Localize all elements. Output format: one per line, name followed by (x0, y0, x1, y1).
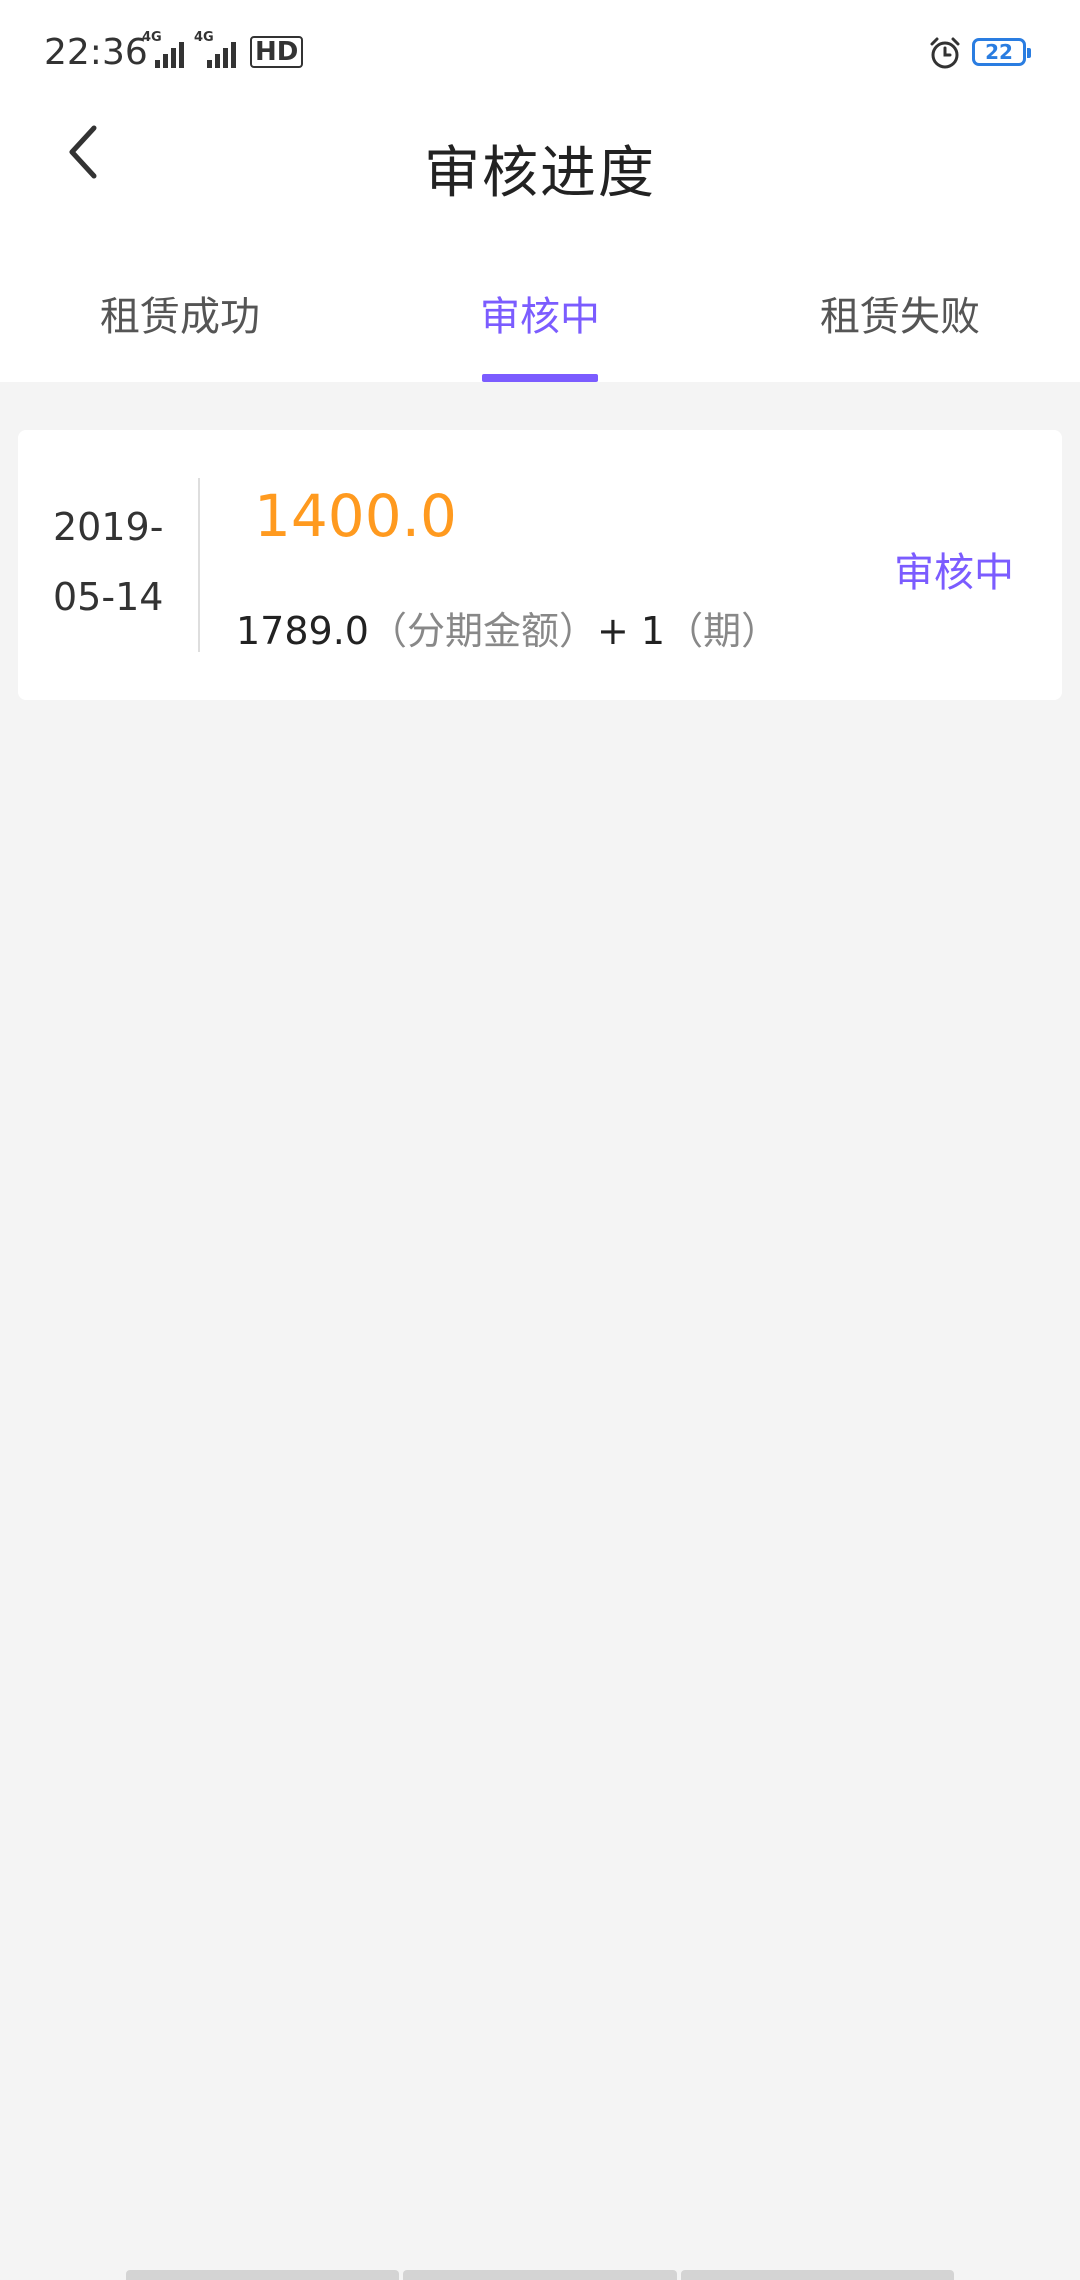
page-title: 审核进度 (424, 141, 656, 206)
tab-label: 租赁成功 (100, 294, 260, 340)
record-status-badge: 审核中 (894, 550, 1014, 596)
installment-periods-label: （期） (665, 609, 780, 653)
card-divider (198, 478, 200, 652)
record-card[interactable]: 2019- 05-14 1400.0 1789.0（分期金额）+ 1（期） 审核… (18, 430, 1062, 700)
sim1-signal-bars (155, 42, 184, 68)
tab-bar: 租赁成功 审核中 租赁失败 (0, 280, 1080, 382)
installment-amount: 1789.0 (236, 609, 369, 653)
bottom-gesture-bar[interactable] (126, 2270, 954, 2280)
gesture-segment-center[interactable] (403, 2270, 677, 2280)
signal-sim2-icon: 4G (194, 30, 236, 68)
plus-sign: + (596, 609, 629, 653)
record-date-line1: 2019- (53, 505, 164, 549)
installment-amount-label: （分期金额） (368, 609, 597, 653)
tab-lease-success[interactable]: 租赁成功 (70, 280, 290, 382)
record-date: 2019- 05-14 (53, 492, 183, 632)
hd-icon: HD (250, 36, 304, 68)
sim2-signal-bars (207, 42, 236, 68)
tab-active-indicator (482, 374, 598, 382)
battery-icon: 22 (972, 38, 1031, 66)
status-time: 22:36 (44, 32, 148, 73)
tab-label: 审核中 (480, 294, 600, 340)
installment-periods: 1 (640, 609, 666, 653)
record-amount: 1400.0 (254, 482, 457, 550)
status-bar: 22:36 4G 4G HD 22 (0, 0, 1080, 110)
tab-lease-failed[interactable]: 租赁失败 (790, 280, 1010, 382)
alarm-icon (930, 37, 960, 69)
gesture-segment-left[interactable] (126, 2270, 400, 2280)
record-date-line2: 05-14 (53, 575, 164, 619)
battery-level: 22 (985, 40, 1013, 64)
signal-sim1-icon: 4G (142, 30, 184, 68)
record-installment-detail: 1789.0（分期金额）+ 1（期） (236, 600, 779, 655)
tab-under-review[interactable]: 审核中 (420, 280, 660, 382)
signal-group: 4G 4G HD (142, 30, 304, 68)
gesture-segment-right[interactable] (680, 2270, 954, 2280)
tab-label: 租赁失败 (820, 294, 980, 340)
